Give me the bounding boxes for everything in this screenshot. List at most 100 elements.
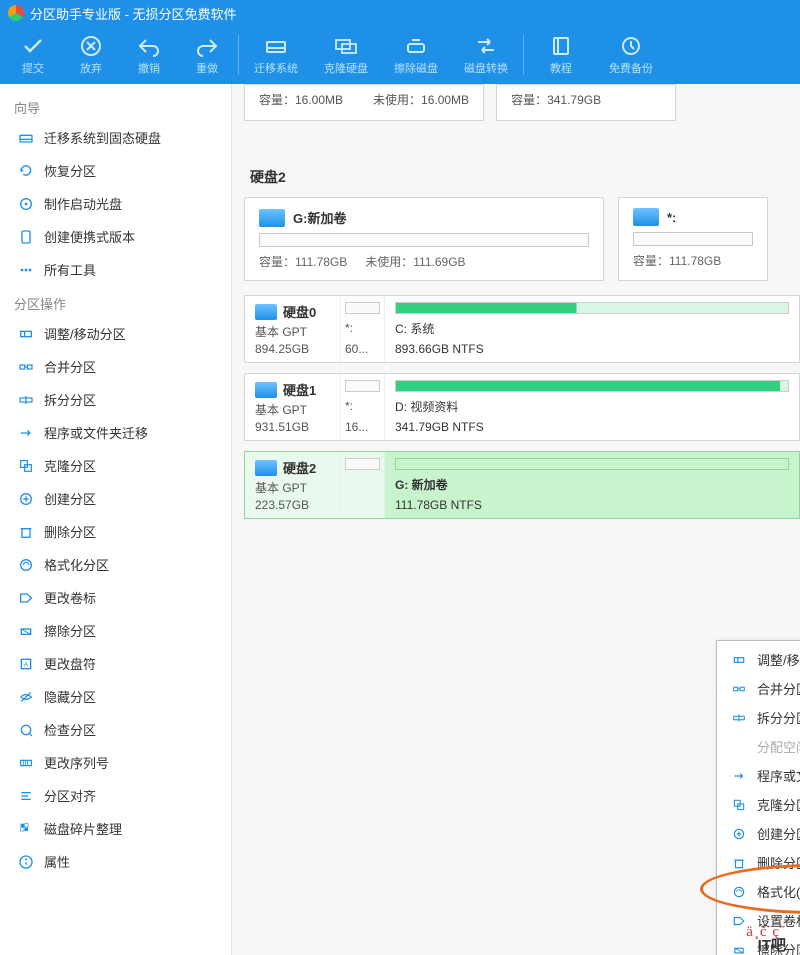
sidebar-item-label: 克隆分区 bbox=[44, 456, 96, 475]
migrate-icon bbox=[18, 425, 34, 441]
create-icon bbox=[18, 491, 34, 507]
sidebar-item-label: 属性 bbox=[44, 852, 70, 871]
disk-block[interactable]: 硬盘1基本 GPT931.51GB*:16...D: 视频资料341.79GB … bbox=[244, 373, 800, 441]
toolbar-redo-button[interactable]: 重做 bbox=[178, 34, 236, 76]
label-icon bbox=[731, 913, 747, 929]
capacity-label: 容量：111.78GB bbox=[259, 253, 347, 270]
delete-icon bbox=[731, 855, 747, 871]
sidebar-item-portable[interactable]: 创建便携式版本 bbox=[0, 220, 231, 253]
backup-icon bbox=[619, 34, 643, 58]
sidebar-item-delete[interactable]: 删除分区 bbox=[0, 515, 231, 548]
ctx-item-clone[interactable]: 克隆分区(O) bbox=[717, 790, 800, 819]
sidebar-item-wipe[interactable]: 擦除分区 bbox=[0, 614, 231, 647]
disk-type: 基本 GPT bbox=[255, 323, 330, 340]
sidebar-item-align[interactable]: 分区对齐 bbox=[0, 779, 231, 812]
drive-icon bbox=[18, 130, 34, 146]
partition[interactable]: G: 新加卷111.78GB NTFS bbox=[385, 452, 799, 518]
sidebar-item-format[interactable]: 格式化分区 bbox=[0, 548, 231, 581]
sidebar: 向导 迁移系统到固态硬盘恢复分区制作启动光盘创建便携式版本所有工具 分区操作 调… bbox=[0, 84, 232, 955]
sidebar-item-split[interactable]: 拆分分区 bbox=[0, 383, 231, 416]
sidebar-item-check2[interactable]: 检查分区 bbox=[0, 713, 231, 746]
sidebar-item-create[interactable]: 创建分区 bbox=[0, 482, 231, 515]
sidebar-item-disc[interactable]: 制作启动光盘 bbox=[0, 187, 231, 220]
letter-icon: A bbox=[18, 656, 34, 672]
sidebar-item-clone[interactable]: 克隆分区 bbox=[0, 449, 231, 482]
toolbar-drives-button[interactable]: 克隆硬盘 bbox=[311, 34, 381, 76]
toolbar-label: 克隆硬盘 bbox=[324, 60, 368, 76]
reserved-label: *: bbox=[345, 399, 380, 413]
ctx-item-merge[interactable]: 合并分区(E) bbox=[717, 674, 800, 703]
ctx-item-resize[interactable]: 调整/移动分区(R) bbox=[717, 645, 800, 674]
portable-icon bbox=[18, 229, 34, 245]
toolbar-eraser-button[interactable]: 擦除磁盘 bbox=[381, 34, 451, 76]
ctx-item-migrate[interactable]: 程序或文件夹迁移 bbox=[717, 761, 800, 790]
cancel-icon bbox=[79, 34, 103, 58]
app-logo-icon bbox=[8, 5, 24, 21]
sidebar-item-label: 隐藏分区 bbox=[44, 687, 96, 706]
sidebar-item-label: 磁盘碎片整理 bbox=[44, 819, 122, 838]
sidebar-item-label: 调整/移动分区 bbox=[44, 324, 126, 343]
reserved-label: *: bbox=[345, 321, 380, 335]
ctx-item-format[interactable]: 格式化(F) bbox=[717, 877, 800, 906]
sidebar-item-label: 拆分分区 bbox=[44, 390, 96, 409]
partition-name: D: 视频资料 bbox=[395, 398, 789, 415]
check-icon bbox=[21, 34, 45, 58]
wipe-icon bbox=[18, 623, 34, 639]
content: 容量：16.00MB 未使用：16.00MB 容量：341.79GB 硬盘2 G… bbox=[232, 84, 800, 955]
toolbar-backup-button[interactable]: 免费备份 bbox=[596, 34, 666, 76]
volume-icon bbox=[259, 209, 285, 227]
drive-icon bbox=[264, 34, 288, 58]
delete-icon bbox=[18, 524, 34, 540]
toolbar-label: 磁盘转换 bbox=[464, 60, 508, 76]
props-icon bbox=[18, 854, 34, 870]
partition-name: C: 系统 bbox=[395, 320, 789, 337]
sidebar-group-partition-ops: 分区操作 bbox=[0, 286, 231, 317]
toolbar-undo-button[interactable]: 撤销 bbox=[120, 34, 178, 76]
sidebar-item-resize[interactable]: 调整/移动分区 bbox=[0, 317, 231, 350]
sidebar-item-recover[interactable]: 恢复分区 bbox=[0, 154, 231, 187]
blank-icon bbox=[731, 739, 747, 755]
sidebar-item-props[interactable]: 属性 bbox=[0, 845, 231, 878]
toolbar-drive-button[interactable]: 迁移系统 bbox=[241, 34, 311, 76]
unused-label: 未使用：16.00MB bbox=[373, 91, 469, 108]
sidebar-item-serial[interactable]: 更改序列号 bbox=[0, 746, 231, 779]
disk-reserved bbox=[341, 452, 385, 518]
sidebar-item-letter[interactable]: A更改盘符 bbox=[0, 647, 231, 680]
toolbar-book-button[interactable]: 教程 bbox=[526, 34, 596, 76]
sidebar-item-drive[interactable]: 迁移系统到固态硬盘 bbox=[0, 121, 231, 154]
sidebar-item-label: 恢复分区 bbox=[44, 161, 96, 180]
ctx-item-split[interactable]: 拆分分区(S) bbox=[717, 703, 800, 732]
ctx-item-delete[interactable]: 删除分区(D) bbox=[717, 848, 800, 877]
disk-type: 基本 GPT bbox=[255, 401, 330, 418]
disk-name: 硬盘2 bbox=[283, 458, 316, 477]
disk-name: 硬盘0 bbox=[283, 302, 316, 321]
label-icon bbox=[18, 590, 34, 606]
disk-block[interactable]: 硬盘2基本 GPT223.57GBG: 新加卷111.78GB NTFS bbox=[244, 451, 800, 519]
sidebar-item-migrate[interactable]: 程序或文件夹迁移 bbox=[0, 416, 231, 449]
context-menu: 调整/移动分区(R)合并分区(E)拆分分区(S)分配空闲空间(A)程序或文件夹迁… bbox=[716, 640, 800, 955]
disk-block[interactable]: 硬盘0基本 GPT894.25GB*:60...C: 系统893.66GB NT… bbox=[244, 295, 800, 363]
section-title-disk2: 硬盘2 bbox=[250, 167, 800, 187]
sidebar-item-hide[interactable]: 隐藏分区 bbox=[0, 680, 231, 713]
volume-card[interactable]: *: 容量：111.78GB bbox=[618, 197, 768, 281]
sidebar-item-label[interactable]: 更改卷标 bbox=[0, 581, 231, 614]
partition[interactable]: D: 视频资料341.79GB NTFS bbox=[385, 374, 799, 440]
sidebar-item-label: 更改卷标 bbox=[44, 588, 96, 607]
disk-info: 硬盘1基本 GPT931.51GB bbox=[245, 374, 341, 440]
check2-icon bbox=[18, 722, 34, 738]
volume-card[interactable]: G:新加卷 容量：111.78GB 未使用：111.69GB bbox=[244, 197, 604, 281]
resize-icon bbox=[731, 652, 747, 668]
sidebar-item-defrag[interactable]: 磁盘碎片整理 bbox=[0, 812, 231, 845]
sidebar-item-merge[interactable]: 合并分区 bbox=[0, 350, 231, 383]
serial-icon bbox=[18, 755, 34, 771]
ctx-label: 格式化(F) bbox=[757, 882, 800, 901]
disk-type: 基本 GPT bbox=[255, 479, 330, 496]
toolbar-convert-button[interactable]: 磁盘转换 bbox=[451, 34, 521, 76]
toolbar-cancel-button[interactable]: 放弃 bbox=[62, 34, 120, 76]
toolbar-check-button[interactable]: 提交 bbox=[4, 34, 62, 76]
undo-icon bbox=[137, 34, 161, 58]
sidebar-item-more[interactable]: 所有工具 bbox=[0, 253, 231, 286]
ctx-item-create[interactable]: 创建分区(C) bbox=[717, 819, 800, 848]
partition-bar bbox=[395, 458, 789, 470]
partition[interactable]: C: 系统893.66GB NTFS bbox=[385, 296, 799, 362]
